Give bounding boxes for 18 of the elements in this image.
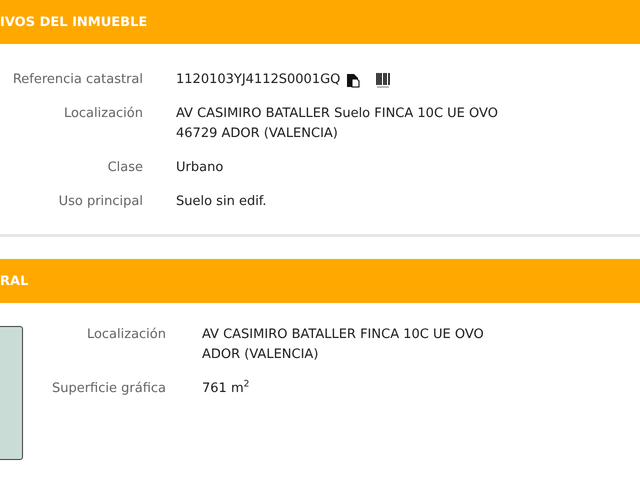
field-value: ADOR (VALENCIA) bbox=[202, 346, 320, 364]
field-label: Localización bbox=[86, 326, 166, 344]
field-value: AV CASIMIRO BATALLER FINCA 10C UE OVO bbox=[202, 326, 484, 344]
field-value: 46729 ADOR (VALENCIA) bbox=[176, 125, 339, 143]
field-label: Superficie gráfica bbox=[50, 380, 166, 398]
section-title: IVOS DEL INMUEBLE bbox=[0, 14, 148, 30]
copy-icon[interactable] bbox=[346, 72, 360, 88]
section-title: RAL bbox=[0, 274, 28, 288]
field-label: Referencia catastral bbox=[12, 71, 143, 89]
barcode-icon[interactable] bbox=[376, 72, 390, 88]
field-value: Suelo sin edif. bbox=[176, 193, 267, 211]
field-label: Uso principal bbox=[58, 193, 143, 211]
field-label: Clase bbox=[106, 159, 143, 177]
field-label: Localización bbox=[62, 105, 143, 123]
field-value: 1120103YJ4112S0001GQ bbox=[176, 71, 340, 89]
field-value: 761 m$^{2}$ bbox=[202, 379, 250, 398]
field-value: Urbano bbox=[176, 159, 224, 177]
field-value: AV CASIMIRO BATALLER Suelo FINCA 10C UE OVO bbox=[176, 105, 498, 123]
